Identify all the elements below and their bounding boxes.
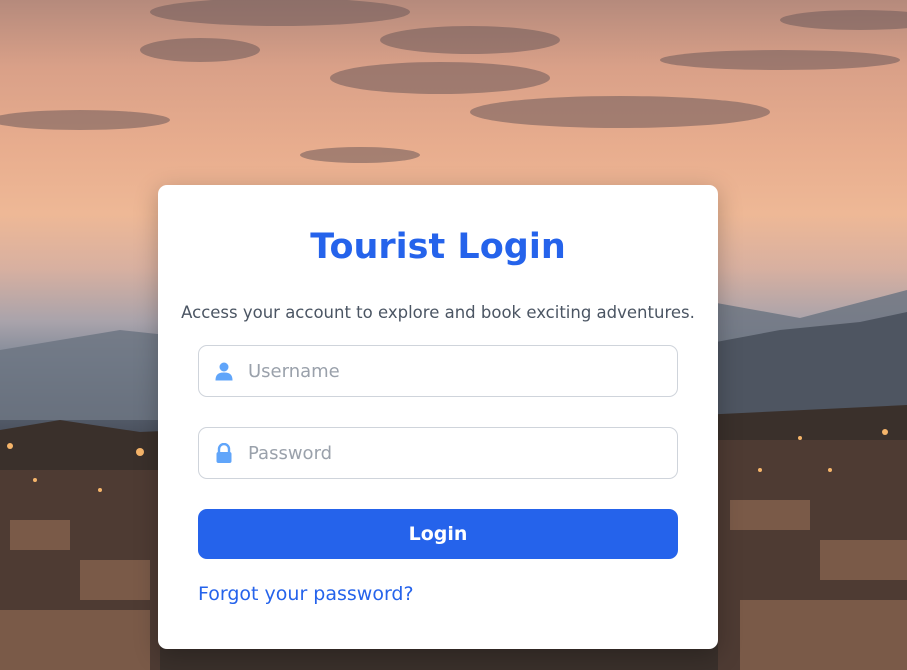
username-field[interactable] — [198, 345, 678, 397]
lock-icon — [214, 442, 234, 463]
login-button[interactable]: Login — [198, 509, 678, 559]
login-subtitle: Access your account to explore and book … — [181, 303, 695, 322]
login-card: Tourist Login Access your account to exp… — [158, 185, 718, 649]
user-icon — [214, 361, 234, 381]
forgot-password-link[interactable]: Forgot your password? — [198, 583, 414, 605]
password-field[interactable] — [198, 427, 678, 479]
login-title: Tourist Login — [310, 227, 566, 267]
username-input[interactable] — [248, 346, 668, 396]
password-input[interactable] — [248, 428, 668, 478]
